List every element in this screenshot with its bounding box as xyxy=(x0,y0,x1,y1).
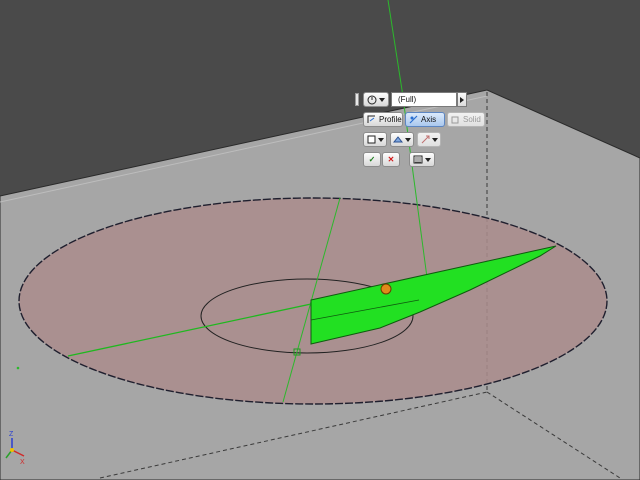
flip-direction-dropdown[interactable] xyxy=(417,132,441,147)
center-point-marker[interactable] xyxy=(380,283,392,295)
scene-canvas[interactable]: Z X xyxy=(0,0,640,480)
extent-value-text: (Full) xyxy=(398,95,417,104)
axis-button[interactable]: Axis xyxy=(405,112,445,127)
ok-icon: ✓ xyxy=(368,154,376,164)
axis-icon xyxy=(409,115,418,124)
output-solid-icon xyxy=(367,135,375,144)
profile-button-label: Profile xyxy=(379,115,402,124)
toolbar-grip-handle[interactable] xyxy=(355,93,359,106)
options-icon xyxy=(413,155,423,164)
extent-value-field[interactable]: (Full) xyxy=(391,92,457,107)
extent-type-dropdown[interactable] xyxy=(363,92,389,107)
chevron-down-icon xyxy=(379,97,385,102)
profile-button[interactable]: Profile xyxy=(363,112,403,127)
triad-z-label: Z xyxy=(9,431,14,438)
triad-x-label: X xyxy=(20,459,25,466)
flip-icon xyxy=(421,135,429,144)
cancel-button[interactable]: ✕ xyxy=(382,152,400,167)
output-surface-icon xyxy=(393,136,403,143)
cancel-icon: ✕ xyxy=(387,154,395,164)
axis-button-label: Axis xyxy=(421,115,437,124)
chevron-down-icon xyxy=(405,137,411,142)
extent-value-arrow[interactable] xyxy=(457,92,467,107)
solid-icon xyxy=(451,116,459,124)
3d-viewport[interactable]: Z X xyxy=(0,0,640,480)
output-surface-dropdown[interactable] xyxy=(390,132,414,147)
chevron-right-icon xyxy=(460,96,464,103)
output-solid-dropdown[interactable] xyxy=(363,132,387,147)
rotation-icon xyxy=(367,95,377,104)
chevron-down-icon xyxy=(425,157,431,162)
chevron-down-icon xyxy=(377,137,384,142)
ok-button[interactable]: ✓ xyxy=(363,152,381,167)
solid-button[interactable]: Solid xyxy=(447,112,485,127)
solid-button-label: Solid xyxy=(463,115,481,124)
chevron-down-icon xyxy=(431,137,438,142)
options-dropdown[interactable] xyxy=(409,152,435,167)
axis-endpoint xyxy=(16,366,20,370)
profile-icon xyxy=(367,115,375,123)
